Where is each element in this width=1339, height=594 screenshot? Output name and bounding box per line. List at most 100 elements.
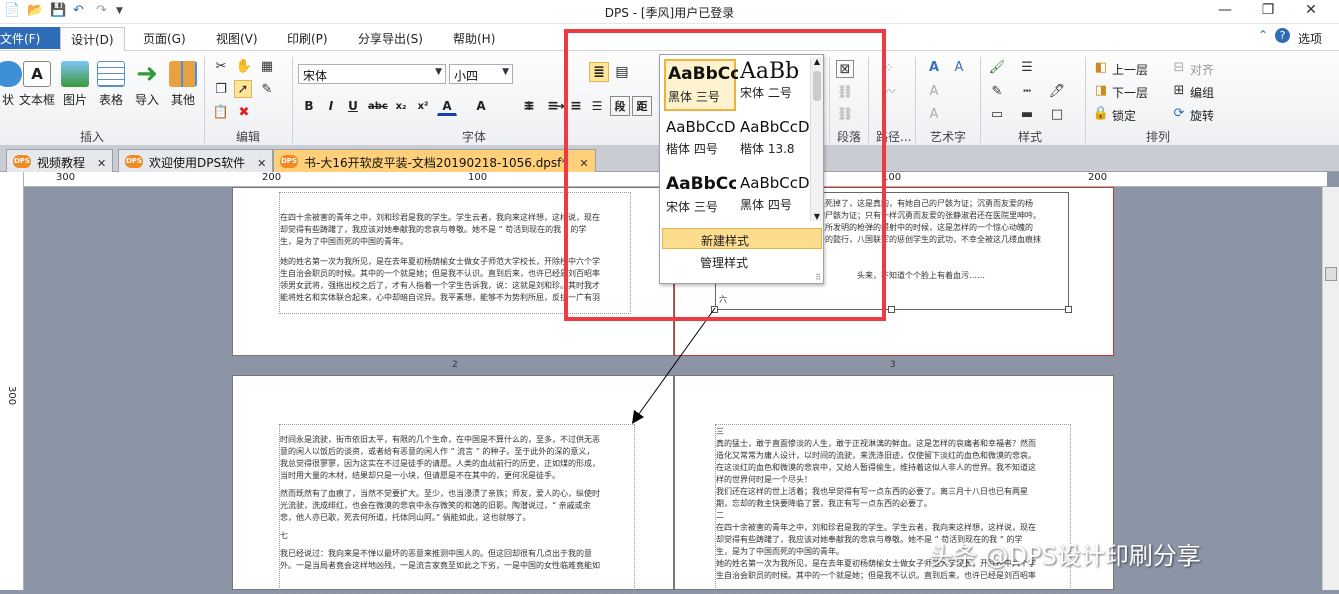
lock-icon: 🔒 xyxy=(1092,106,1110,121)
dps-logo-icon: DPS xyxy=(13,155,31,168)
import-arrow-icon: ➜ xyxy=(136,59,158,89)
superscript-button[interactable]: x² xyxy=(413,96,433,116)
doc-tab-label: 欢迎使用DPS软件 xyxy=(149,156,246,170)
send-backward-button[interactable]: 下一层 xyxy=(1112,84,1148,101)
menu-file[interactable]: 文件(F) xyxy=(0,27,60,49)
format-painter-icon[interactable]: ✎ xyxy=(258,81,276,99)
scrollbar-thumb[interactable] xyxy=(1325,267,1337,281)
shadow-icon[interactable]: ▭ xyxy=(988,106,1006,124)
dash-style-icon[interactable]: ┅ xyxy=(1018,83,1036,101)
image-icon xyxy=(61,61,89,87)
vertical-scrollbar[interactable] xyxy=(1322,187,1339,590)
italic-button[interactable]: I xyxy=(321,96,341,116)
cut-icon[interactable]: ✂ xyxy=(212,58,230,76)
insert-group-label: 插入 xyxy=(80,130,105,144)
picture-tool-icon[interactable]: ▦ xyxy=(258,58,276,76)
fill-icon[interactable]: 🖌 xyxy=(988,59,1006,77)
bring-forward-icon: ◧ xyxy=(1094,60,1108,75)
resize-handle[interactable] xyxy=(888,306,895,313)
maximize-button[interactable]: ❐ xyxy=(1254,2,1282,22)
ruler-label: 200 xyxy=(1088,172,1108,183)
art-text-outline-icon[interactable]: A xyxy=(925,83,943,101)
lock-button[interactable]: 锁定 xyxy=(1112,107,1136,124)
close-icon[interactable]: ✕ xyxy=(97,157,106,170)
copy-icon[interactable]: ❐ xyxy=(212,81,230,99)
group-button[interactable]: 编组 xyxy=(1190,84,1214,101)
table-button-label: 表格 xyxy=(98,93,123,107)
pointer-icon[interactable]: ➚ xyxy=(234,80,252,98)
divider xyxy=(204,57,205,143)
font-family-value: 宋体 xyxy=(303,69,328,83)
page-4-text: 时间永是流驶，街市依旧太平，有限的几个生命，在中国是不算什么的，至多，不过供无恶… xyxy=(280,435,600,570)
watermark: 头条 @DPS设计印刷分享 xyxy=(929,542,1201,570)
doc-tab-active[interactable]: DPS 书-大16开软皮平装-文档20190218-1056.dpsf* ✕ xyxy=(273,149,596,172)
font-size-value: 小四 xyxy=(454,69,479,83)
image-button-label: 图片 xyxy=(62,93,87,107)
bold-button[interactable]: B xyxy=(299,96,319,116)
page-4[interactable]: 时间永是流驶，街市依旧太平，有限的几个生命，在中国是不算什么的，至多，不过供无恶… xyxy=(232,375,674,594)
line-weight-icon[interactable]: ▬ xyxy=(1018,106,1036,124)
art-text-icon[interactable]: A xyxy=(925,59,943,77)
tab-help[interactable]: 帮助(H) xyxy=(453,30,495,47)
tab-page[interactable]: 页面(G) xyxy=(143,30,186,47)
highlight-box xyxy=(564,29,886,321)
help-icon[interactable]: ? xyxy=(1275,28,1290,43)
delete-icon[interactable]: ✖ xyxy=(235,104,253,122)
close-icon[interactable]: ✕ xyxy=(257,157,266,170)
close-button[interactable]: ✕ xyxy=(1297,2,1325,22)
resize-handle[interactable] xyxy=(1065,306,1072,313)
window-title: DPS - [季风]用户已登录 xyxy=(604,6,735,20)
doc-tab-label: 书-大16开软皮平装-文档20190218-1056.dpsf* xyxy=(304,156,568,170)
align-button[interactable]: 对齐 xyxy=(1190,61,1214,78)
group-icon: ⊞ xyxy=(1173,83,1185,98)
ruler-label: 200 xyxy=(262,172,282,183)
font-family-select[interactable]: 宋体 ▼ xyxy=(298,64,446,84)
tab-view[interactable]: 视图(V) xyxy=(216,30,258,47)
strikethrough-button[interactable]: abc xyxy=(367,96,388,116)
collapse-ribbon-icon[interactable]: ⌃ xyxy=(1258,28,1268,42)
font-color-button[interactable]: A xyxy=(437,96,457,116)
import-button-label: 导入 xyxy=(134,93,159,107)
brush-icon[interactable]: 🖊 xyxy=(1048,83,1066,101)
art-text-effect-icon[interactable]: A xyxy=(925,106,943,124)
font-size-grow-button[interactable]: A xyxy=(471,96,491,116)
other-button[interactable]: 其他 xyxy=(161,57,205,121)
tab-print[interactable]: 印刷(P) xyxy=(287,30,328,47)
minimize-button[interactable]: — xyxy=(1211,2,1239,22)
page-number: 3 xyxy=(890,360,896,370)
dps-logo-icon: DPS xyxy=(280,155,298,168)
line-spacing-button[interactable]: ↕ xyxy=(519,96,539,116)
rotate-icon: ⟳ xyxy=(1173,106,1185,121)
other-icon xyxy=(169,61,197,87)
subscript-button[interactable]: x₂ xyxy=(391,96,411,116)
ruler-label: 300 xyxy=(6,386,17,406)
line-style-icon[interactable]: ☰ xyxy=(1018,59,1036,77)
ruler-label: 300 xyxy=(56,172,76,183)
rotate-button[interactable]: 旋转 xyxy=(1190,107,1214,124)
shape-button-label: 状 xyxy=(1,93,14,107)
tab-share-export[interactable]: 分享导出(S) xyxy=(358,30,423,47)
line-color-icon[interactable]: ✎ xyxy=(988,83,1006,101)
art-text-shadow-icon[interactable]: A xyxy=(950,59,968,77)
tab-design[interactable]: 设计(D) xyxy=(60,27,125,51)
box-icon[interactable]: □ xyxy=(1048,106,1066,124)
style-group-label: 样式 xyxy=(1018,130,1043,144)
doc-tab-welcome[interactable]: DPS 欢迎使用DPS软件 ✕ xyxy=(118,149,274,172)
vertical-ruler[interactable]: 300 xyxy=(0,172,24,590)
underline-button[interactable]: U xyxy=(343,96,363,116)
textbox-icon: A xyxy=(23,61,51,87)
font-group-label: 字体 xyxy=(462,130,487,144)
options-menu[interactable]: 选项 xyxy=(1298,30,1322,47)
bring-forward-button[interactable]: 上一层 xyxy=(1112,61,1148,78)
font-size-select[interactable]: 小四 ▼ xyxy=(449,64,513,84)
paste-icon[interactable]: 📋 xyxy=(212,104,230,122)
divider xyxy=(980,57,981,143)
chevron-down-icon: ▼ xyxy=(435,67,442,77)
doc-tab-label: 视频教程 xyxy=(37,156,86,170)
dps-logo-icon: DPS xyxy=(125,155,143,168)
hand-icon[interactable]: ✋ xyxy=(235,58,253,76)
table-icon xyxy=(97,61,125,87)
textbox-button-label: 文本框 xyxy=(18,93,55,107)
doc-tab-video-tutorial[interactable]: DPS 视频教程 ✕ xyxy=(6,149,114,172)
edit-group-label: 编辑 xyxy=(236,130,261,144)
